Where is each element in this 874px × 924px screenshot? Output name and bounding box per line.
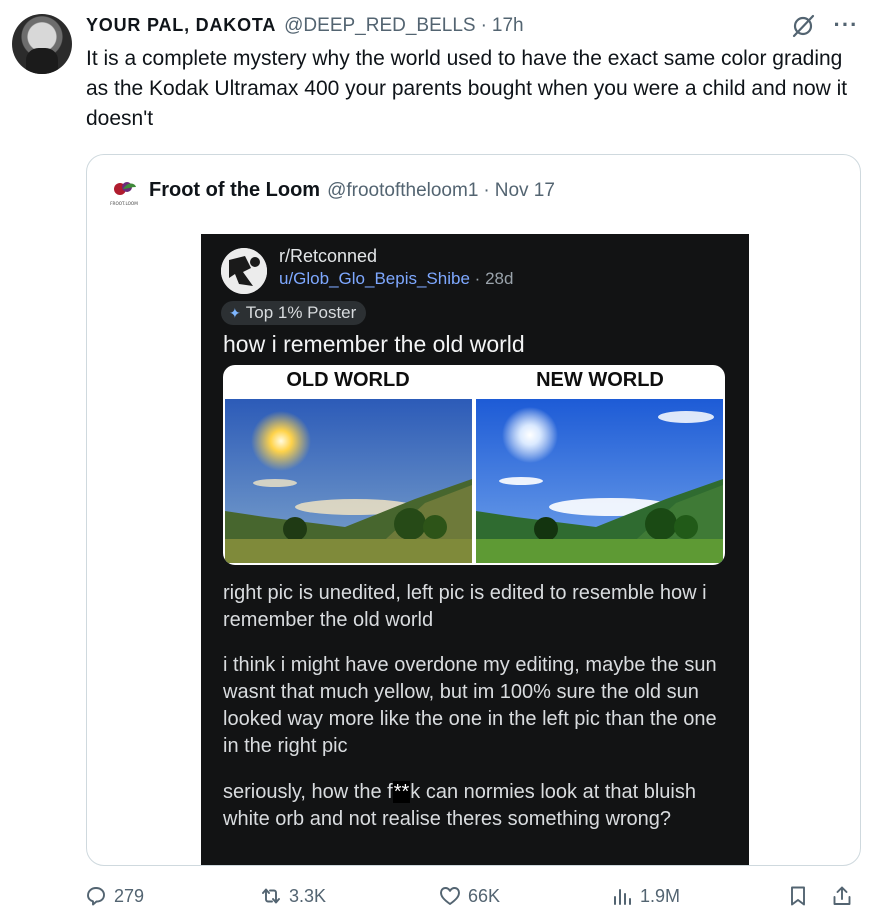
reddit-body-paragraph-2: i think i might have overdone my editing… [223,654,717,757]
quote-author-name[interactable]: Froot of the Loom [149,179,320,202]
reddit-flair-badge: ✦ Top 1% Poster [221,301,367,325]
svg-text:FROOT.LOOM: FROOT.LOOM [110,201,138,206]
tweet-header: YOUR PAL, DAKOTA @DEEP_RED_BELLS · 17h [86,15,524,39]
old-world-picture [225,399,472,563]
views-icon [614,889,631,905]
more-icon[interactable]: ··· [832,12,860,40]
reddit-user-avatar [221,248,267,294]
like-icon [440,887,460,905]
comparison-image: OLD WORLD NEW WORLD [223,365,725,565]
reply-count: 279 [114,885,145,906]
new-world-picture [476,399,723,563]
tweet-action-bar: 279 3.3K 66K 1.9M [0,878,874,918]
reddit-username: u/Glob_Glo_Bepis_Shibe · 28d [279,269,513,289]
bookmark-icon [791,886,805,906]
reddit-subreddit: r/Retconned [279,246,378,266]
quoted-tweet-card[interactable]: FROOT.LOOM Froot of the Loom @frootofthe… [86,154,861,866]
reddit-screenshot-image[interactable]: r/Retconned u/Glob_Glo_Bepis_Shibe · 28d… [201,234,749,865]
author-display-name[interactable]: YOUR PAL, DAKOTA [86,15,276,36]
quote-author-logo[interactable]: FROOT.LOOM [109,177,139,207]
reddit-body-paragraph-3: seriously, how the f**k can normies look… [223,779,733,833]
reddit-separator: · [474,269,481,288]
reddit-body-3-start: seriously, how the f [223,781,393,803]
reply-icon [87,887,105,906]
repost-button[interactable]: 3.3K [259,884,326,908]
tweet-text: It is a complete mystery why the world u… [86,47,848,130]
censor-block: ** [392,781,411,803]
repost-icon [262,888,280,904]
share-button[interactable] [830,884,854,908]
author-avatar[interactable] [12,14,72,74]
quote-separator: · [483,180,490,201]
views-count: 1.9M [640,885,681,906]
repost-count: 3.3K [289,885,327,906]
reddit-flair-label: Top 1% Poster [245,303,357,322]
reply-button[interactable]: 279 [84,884,144,908]
author-handle[interactable]: @DEEP_RED_BELLS [284,15,475,37]
quote-date[interactable]: Nov 17 [495,180,555,202]
share-icon [833,886,851,905]
like-count: 66K [468,885,501,906]
grok-icon[interactable] [790,13,816,39]
tweet-timestamp[interactable]: 17h [492,15,524,37]
reddit-body-paragraph-1: right pic is unedited, left pic is edite… [223,582,707,631]
reddit-post-title: how i remember the old world [223,331,525,357]
quote-author-handle[interactable]: @frootoftheloom1 [327,180,478,202]
reddit-post-age: 28d [485,269,514,288]
header-separator: · [480,15,487,36]
quote-header: Froot of the Loom @frootoftheloom1 · Nov… [149,179,555,202]
like-button[interactable]: 66K [438,884,500,908]
bookmark-button[interactable] [786,884,810,908]
views-button[interactable]: 1.9M [610,884,680,908]
old-world-label: OLD WORLD [286,369,410,391]
new-world-label: NEW WORLD [536,369,664,391]
reddit-username-text: u/Glob_Glo_Bepis_Shibe [279,269,470,288]
flair-icon: ✦ [229,304,241,321]
